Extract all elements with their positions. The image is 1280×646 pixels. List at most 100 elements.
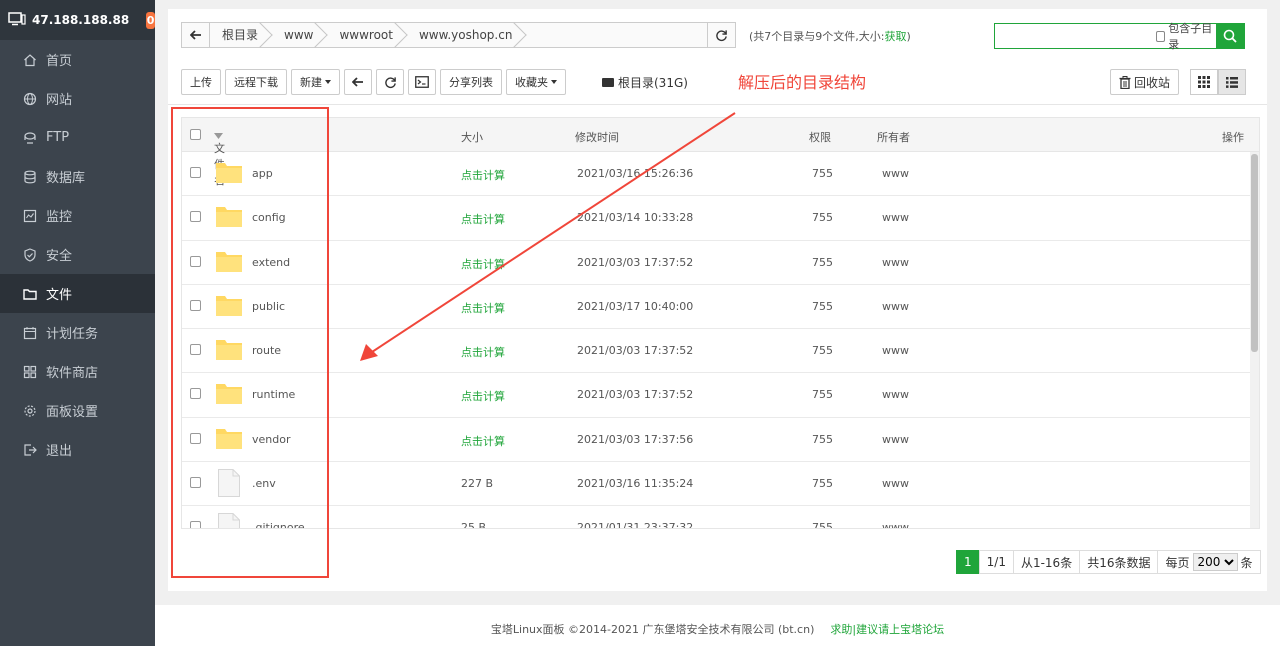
permission[interactable]: 755: [812, 256, 833, 269]
table-row[interactable]: extend 点击计算 2021/03/03 17:37:52 755 www: [182, 241, 1259, 285]
per-page-select[interactable]: 200: [1192, 553, 1238, 571]
sidebar-item[interactable]: 首页: [0, 40, 155, 79]
current-page[interactable]: 1: [956, 550, 980, 574]
header-mtime[interactable]: 修改时间: [575, 129, 619, 145]
table-row[interactable]: .env 227 B 2021/03/16 11:35:24 755 www: [182, 462, 1259, 507]
calc-size-link[interactable]: 点击计算: [461, 211, 505, 227]
trash-icon: [1119, 75, 1131, 89]
copyright-text: 宝塔Linux面板 ©2014-2021 广东堡塔安全技术有限公司 (bt.cn…: [490, 623, 815, 636]
count-text: (共7个目录与9个文件,大小:: [749, 30, 885, 43]
table-row[interactable]: route 点击计算 2021/03/03 17:37:52 755 www: [182, 329, 1259, 374]
sidebar-item[interactable]: 网站: [0, 79, 155, 118]
calc-size-link[interactable]: 点击计算: [461, 433, 505, 449]
sidebar-item[interactable]: 安全: [0, 235, 155, 274]
permission[interactable]: 755: [812, 167, 833, 180]
monitor-icon: [22, 208, 38, 224]
arrow-left-icon: [189, 30, 201, 40]
remote-download-button[interactable]: 远程下载: [225, 69, 287, 95]
include-subdir-label: 包含子目录: [1168, 22, 1213, 51]
sidebar-item[interactable]: 数据库: [0, 157, 155, 196]
permission[interactable]: 755: [812, 211, 833, 224]
modified-time: 2021/03/03 17:37:52: [577, 344, 694, 358]
search-button[interactable]: [1216, 24, 1244, 48]
calc-size-link[interactable]: 点击计算: [461, 256, 505, 272]
include-subdir-checkbox[interactable]: 包含子目录: [1156, 22, 1216, 51]
permission[interactable]: 755: [812, 521, 833, 528]
caret-down-icon: [325, 80, 331, 84]
refresh-icon: [716, 29, 727, 41]
calc-size-link[interactable]: 点击计算: [461, 167, 505, 183]
permission[interactable]: 755: [812, 477, 833, 490]
sidebar-item[interactable]: 文件: [0, 274, 155, 313]
count-suffix: ): [906, 30, 911, 43]
permission[interactable]: 755: [812, 300, 833, 313]
sidebar: 47.188.188.88 0 首页 网站 FTP 数据库 监控 安全 文件 计划任务 软件商店…: [0, 0, 155, 646]
terminal-button[interactable]: [408, 69, 436, 95]
page-count: 1/1: [978, 550, 1014, 574]
sidebar-item[interactable]: 面板设置: [0, 391, 155, 430]
disk-label: 根目录(31G): [618, 76, 688, 90]
new-button[interactable]: 新建: [291, 69, 340, 95]
back-button[interactable]: [182, 23, 210, 47]
table-row[interactable]: config 点击计算 2021/03/14 10:33:28 755 www: [182, 196, 1259, 241]
table-row[interactable]: .gitignore 25 B 2021/01/31 23:37:32 755 www: [182, 506, 1259, 528]
directory-count-info: (共7个目录与9个文件,大小:获取): [749, 28, 911, 44]
folder-icon: [22, 286, 38, 302]
breadcrumb-item[interactable]: 根目录: [210, 23, 272, 47]
path-bar: 根目录 www wwwroot www.yoshop.cn: [181, 22, 736, 48]
search-icon: [1223, 29, 1237, 43]
sidebar-item[interactable]: 退出: [0, 430, 155, 469]
search-input[interactable]: [995, 24, 1156, 48]
header-size[interactable]: 大小: [461, 129, 483, 145]
breadcrumb-item[interactable]: www: [272, 23, 327, 47]
sidebar-item[interactable]: 软件商店: [0, 352, 155, 391]
hard-drive-icon: [602, 78, 614, 87]
table-row[interactable]: vendor 点击计算 2021/03/03 17:37:56 755 www: [182, 418, 1259, 463]
calc-size-link[interactable]: 点击计算: [461, 344, 505, 360]
recycle-bin-button[interactable]: 回收站: [1110, 69, 1180, 95]
breadcrumb-item[interactable]: www.yoshop.cn: [407, 23, 526, 47]
owner: www: [882, 477, 909, 491]
grid-view-button[interactable]: [1190, 69, 1218, 95]
monitor-icon: [8, 11, 26, 29]
sidebar-item-label: 首页: [46, 54, 73, 69]
get-size-link[interactable]: 获取: [885, 30, 907, 43]
message-badge[interactable]: 0: [146, 11, 155, 29]
list-view-button[interactable]: [1218, 69, 1246, 95]
permission[interactable]: 755: [812, 433, 833, 446]
table-row[interactable]: app 点击计算 2021/03/16 15:26:36 755 www: [182, 152, 1259, 197]
per-page-control: 每页 200 条: [1157, 550, 1261, 574]
modified-time: 2021/03/14 10:33:28: [577, 211, 694, 225]
sidebar-item[interactable]: 计划任务: [0, 313, 155, 352]
breadcrumb-item[interactable]: wwwroot: [327, 23, 407, 47]
sidebar-item-label: 文件: [46, 288, 73, 303]
arrow-left-icon: [352, 77, 363, 87]
favorites-button[interactable]: 收藏夹: [506, 69, 566, 95]
pagination: 1 1/1 从1-16条 共16条数据 每页 200 条: [956, 550, 1261, 574]
sidebar-item-label: 计划任务: [46, 327, 99, 342]
sidebar-item[interactable]: FTP: [0, 118, 155, 157]
sidebar-item[interactable]: 监控: [0, 196, 155, 235]
forum-link[interactable]: 求助|建议请上宝塔论坛: [830, 623, 944, 636]
terminal-icon: [415, 76, 429, 88]
home-icon: [22, 52, 38, 68]
table-scrollbar[interactable]: [1250, 152, 1259, 528]
globe-icon: [22, 91, 38, 107]
share-list-button[interactable]: 分享列表: [440, 69, 502, 95]
table-row[interactable]: public 点击计算 2021/03/17 10:40:00 755 www: [182, 285, 1259, 330]
footer: 宝塔Linux面板 ©2014-2021 广东堡塔安全技术有限公司 (bt.cn…: [155, 605, 1280, 646]
go-back-button[interactable]: [344, 69, 372, 95]
permission[interactable]: 755: [812, 344, 833, 357]
upload-button[interactable]: 上传: [181, 69, 221, 95]
table-row[interactable]: runtime 点击计算 2021/03/03 17:37:52 755 www: [182, 373, 1259, 418]
modified-time: 2021/03/03 17:37:56: [577, 432, 694, 446]
refresh-button[interactable]: [376, 69, 404, 95]
calc-size-link[interactable]: 点击计算: [461, 388, 505, 404]
disk-selector[interactable]: 根目录(31G): [602, 74, 688, 91]
scrollbar-thumb[interactable]: [1251, 154, 1258, 352]
calc-size-link[interactable]: 点击计算: [461, 300, 505, 316]
permission[interactable]: 755: [812, 388, 833, 401]
view-switcher: [1190, 69, 1246, 95]
sidebar-item-label: 软件商店: [46, 366, 99, 381]
refresh-path-button[interactable]: [707, 23, 735, 47]
